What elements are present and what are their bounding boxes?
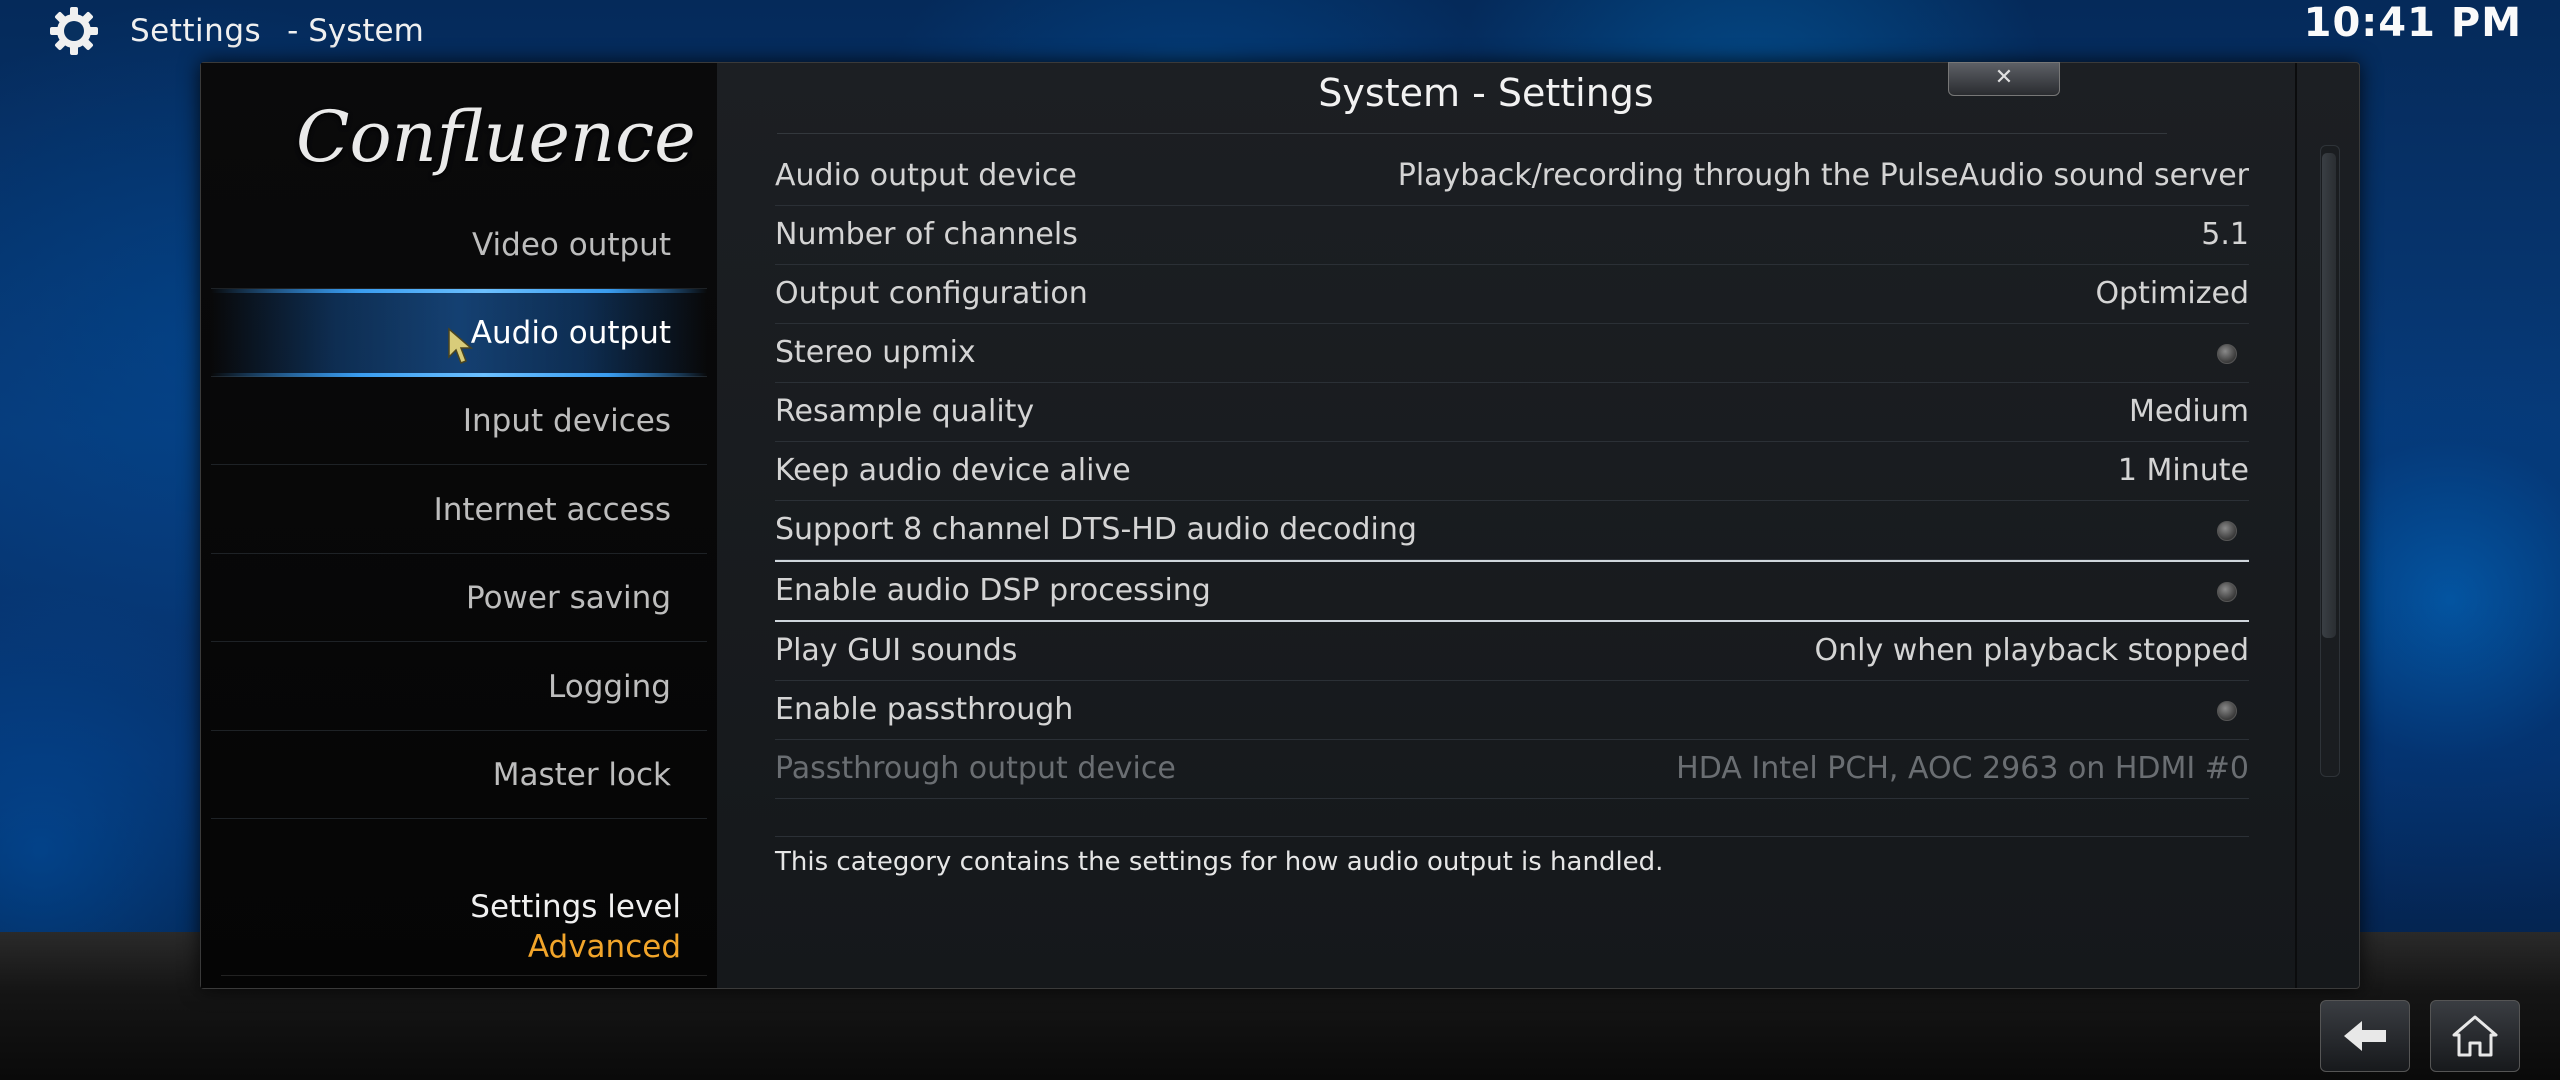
gear-icon	[50, 7, 98, 55]
setting-stereo-upmix[interactable]: Stereo upmix	[775, 324, 2249, 383]
setting-value: HDA Intel PCH, AOC 2963 on HDMI #0	[1676, 751, 2249, 786]
setting-dts-hd-decoding[interactable]: Support 8 channel DTS-HD audio decoding	[775, 501, 2249, 560]
setting-audio-output-device[interactable]: Audio output device Playback/recording t…	[775, 147, 2249, 206]
setting-audio-dsp-processing[interactable]: Enable audio DSP processing	[775, 560, 2249, 622]
scrollbar-thumb[interactable]	[2322, 153, 2336, 638]
sidebar-item-master-lock[interactable]: Master lock	[211, 731, 707, 819]
setting-label: Play GUI sounds	[775, 633, 1018, 668]
setting-number-of-channels[interactable]: Number of channels 5.1	[775, 206, 2249, 265]
setting-label: Enable audio DSP processing	[775, 573, 1211, 608]
sidebar-item-input-devices[interactable]: Input devices	[211, 377, 707, 465]
header-title: Settings	[130, 13, 262, 49]
settings-level-label: Settings level	[470, 889, 681, 925]
toggle-off-icon[interactable]	[2217, 521, 2237, 541]
sidebar-item-internet-access[interactable]: Internet access	[211, 466, 707, 554]
setting-label: Audio output device	[775, 158, 1077, 193]
sidebar-item-video-output[interactable]: Video output	[211, 201, 707, 289]
setting-label: Keep audio device alive	[775, 453, 1131, 488]
setting-keep-audio-device-alive[interactable]: Keep audio device alive 1 Minute	[775, 442, 2249, 501]
setting-value: 1 Minute	[2117, 453, 2249, 488]
setting-label: Output configuration	[775, 276, 1088, 311]
panel-edge	[2295, 63, 2297, 988]
home-icon	[2452, 1015, 2498, 1057]
setting-label: Support 8 channel DTS-HD audio decoding	[775, 512, 1417, 547]
title-divider	[777, 133, 2167, 134]
level-divider	[221, 975, 707, 976]
settings-content: System - Settings Audio output device Pl…	[717, 63, 2359, 988]
sidebar: Confluence Video output Audio output Inp…	[201, 63, 717, 988]
setting-enable-passthrough[interactable]: Enable passthrough	[775, 681, 2249, 740]
setting-label: Passthrough output device	[775, 751, 1176, 786]
header: Settings - System	[48, 6, 424, 56]
setting-label: Resample quality	[775, 394, 1035, 429]
settings-list: Audio output device Playback/recording t…	[775, 147, 2249, 799]
home-button[interactable]	[2430, 1000, 2520, 1072]
setting-play-gui-sounds[interactable]: Play GUI sounds Only when playback stopp…	[775, 622, 2249, 681]
confluence-logo: Confluence	[296, 96, 696, 178]
mouse-cursor-icon	[448, 327, 474, 364]
sidebar-item-logging[interactable]: Logging	[211, 643, 707, 731]
sidebar-item-power-saving[interactable]: Power saving	[211, 554, 707, 642]
setting-value: 5.1	[2201, 217, 2249, 252]
back-arrow-icon	[2344, 1021, 2386, 1051]
description-divider	[775, 836, 2249, 837]
setting-value: Only when playback stopped	[1814, 633, 2250, 668]
toggle-off-icon[interactable]	[2217, 582, 2237, 602]
setting-value: Playback/recording through the PulseAudi…	[1397, 158, 2249, 193]
settings-level-value[interactable]: Advanced	[528, 929, 681, 965]
setting-passthrough-output-device: Passthrough output device HDA Intel PCH,…	[775, 740, 2249, 799]
setting-label: Stereo upmix	[775, 335, 976, 370]
header-subtitle: - System	[287, 13, 424, 49]
toggle-off-icon[interactable]	[2217, 701, 2237, 721]
back-button[interactable]	[2320, 1000, 2410, 1072]
settings-window: Confluence Video output Audio output Inp…	[200, 62, 2360, 989]
setting-value: Optimized	[2095, 276, 2249, 311]
category-description: This category contains the settings for …	[775, 847, 1664, 877]
toggle-off-icon[interactable]	[2217, 344, 2237, 364]
setting-label: Enable passthrough	[775, 692, 1074, 727]
setting-resample-quality[interactable]: Resample quality Medium	[775, 383, 2249, 442]
setting-label: Number of channels	[775, 217, 1078, 252]
close-button[interactable]: ✕	[1948, 62, 2060, 96]
setting-value: Medium	[2129, 394, 2249, 429]
setting-output-configuration[interactable]: Output configuration Optimized	[775, 265, 2249, 324]
clock: 10:41 PM	[2303, 0, 2522, 46]
